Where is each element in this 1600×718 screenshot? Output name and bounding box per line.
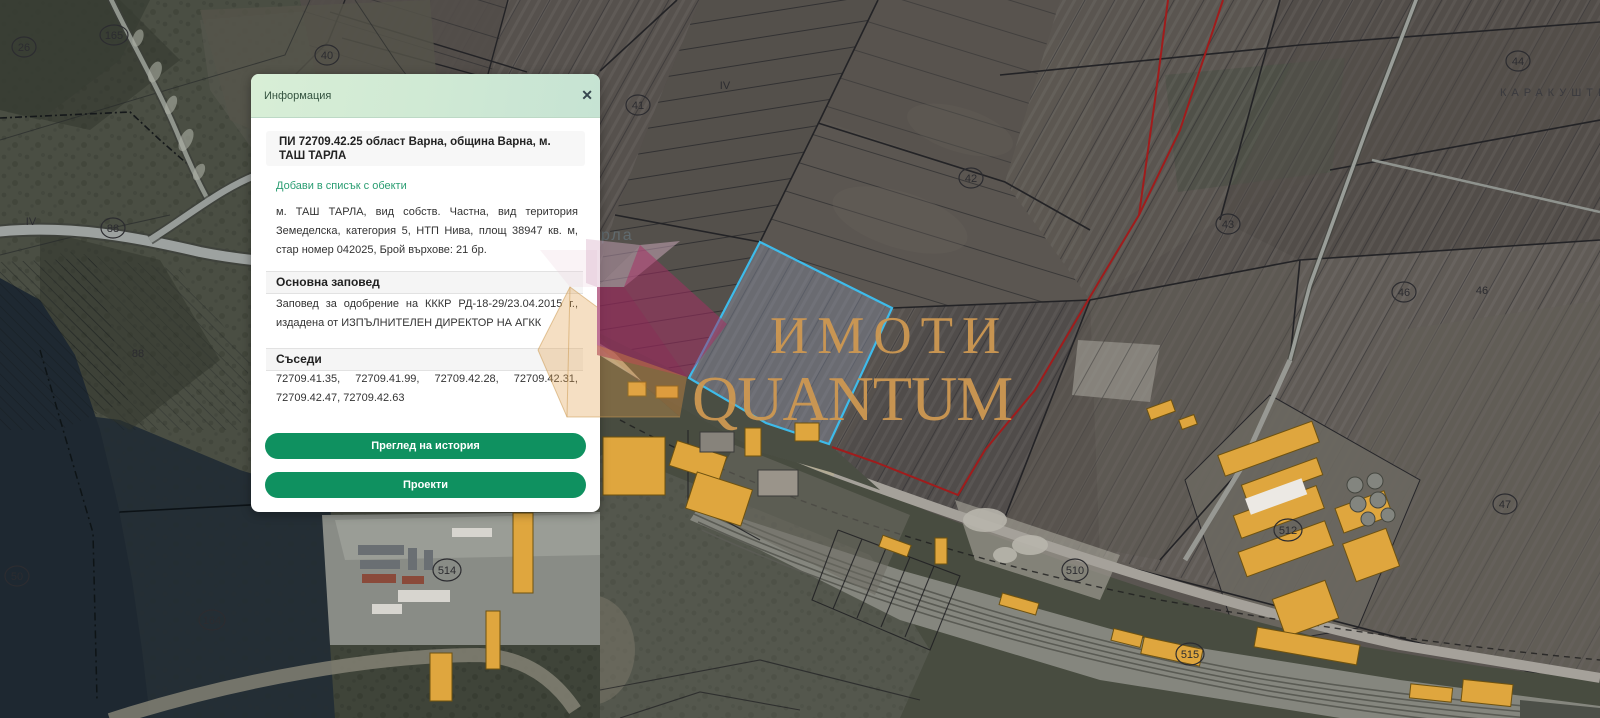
svg-text:514: 514 — [438, 565, 456, 577]
svg-text:IV: IV — [26, 216, 37, 228]
svg-text:46: 46 — [1398, 287, 1410, 299]
svg-text:50: 50 — [11, 571, 23, 583]
svg-text:44: 44 — [1512, 56, 1524, 68]
svg-text:165: 165 — [105, 30, 123, 42]
svg-text:41: 41 — [632, 100, 644, 112]
svg-text:42: 42 — [965, 173, 977, 185]
svg-text:88: 88 — [132, 348, 144, 360]
svg-text:26: 26 — [18, 42, 30, 54]
svg-text:IV: IV — [720, 80, 731, 92]
svg-text:46: 46 — [1476, 285, 1488, 297]
svg-text:88: 88 — [107, 223, 119, 235]
svg-text:43: 43 — [1222, 219, 1234, 231]
svg-text:164: 164 — [203, 615, 221, 627]
svg-text:515: 515 — [1181, 649, 1199, 661]
svg-text:512: 512 — [1279, 525, 1297, 537]
svg-text:40: 40 — [321, 50, 333, 62]
svg-text:рла: рла — [601, 227, 634, 244]
svg-text:510: 510 — [1066, 565, 1084, 577]
svg-text:КАРАКУШТЕГ: КАРАКУШТЕГ — [1500, 87, 1600, 99]
svg-text:47: 47 — [1499, 499, 1511, 511]
